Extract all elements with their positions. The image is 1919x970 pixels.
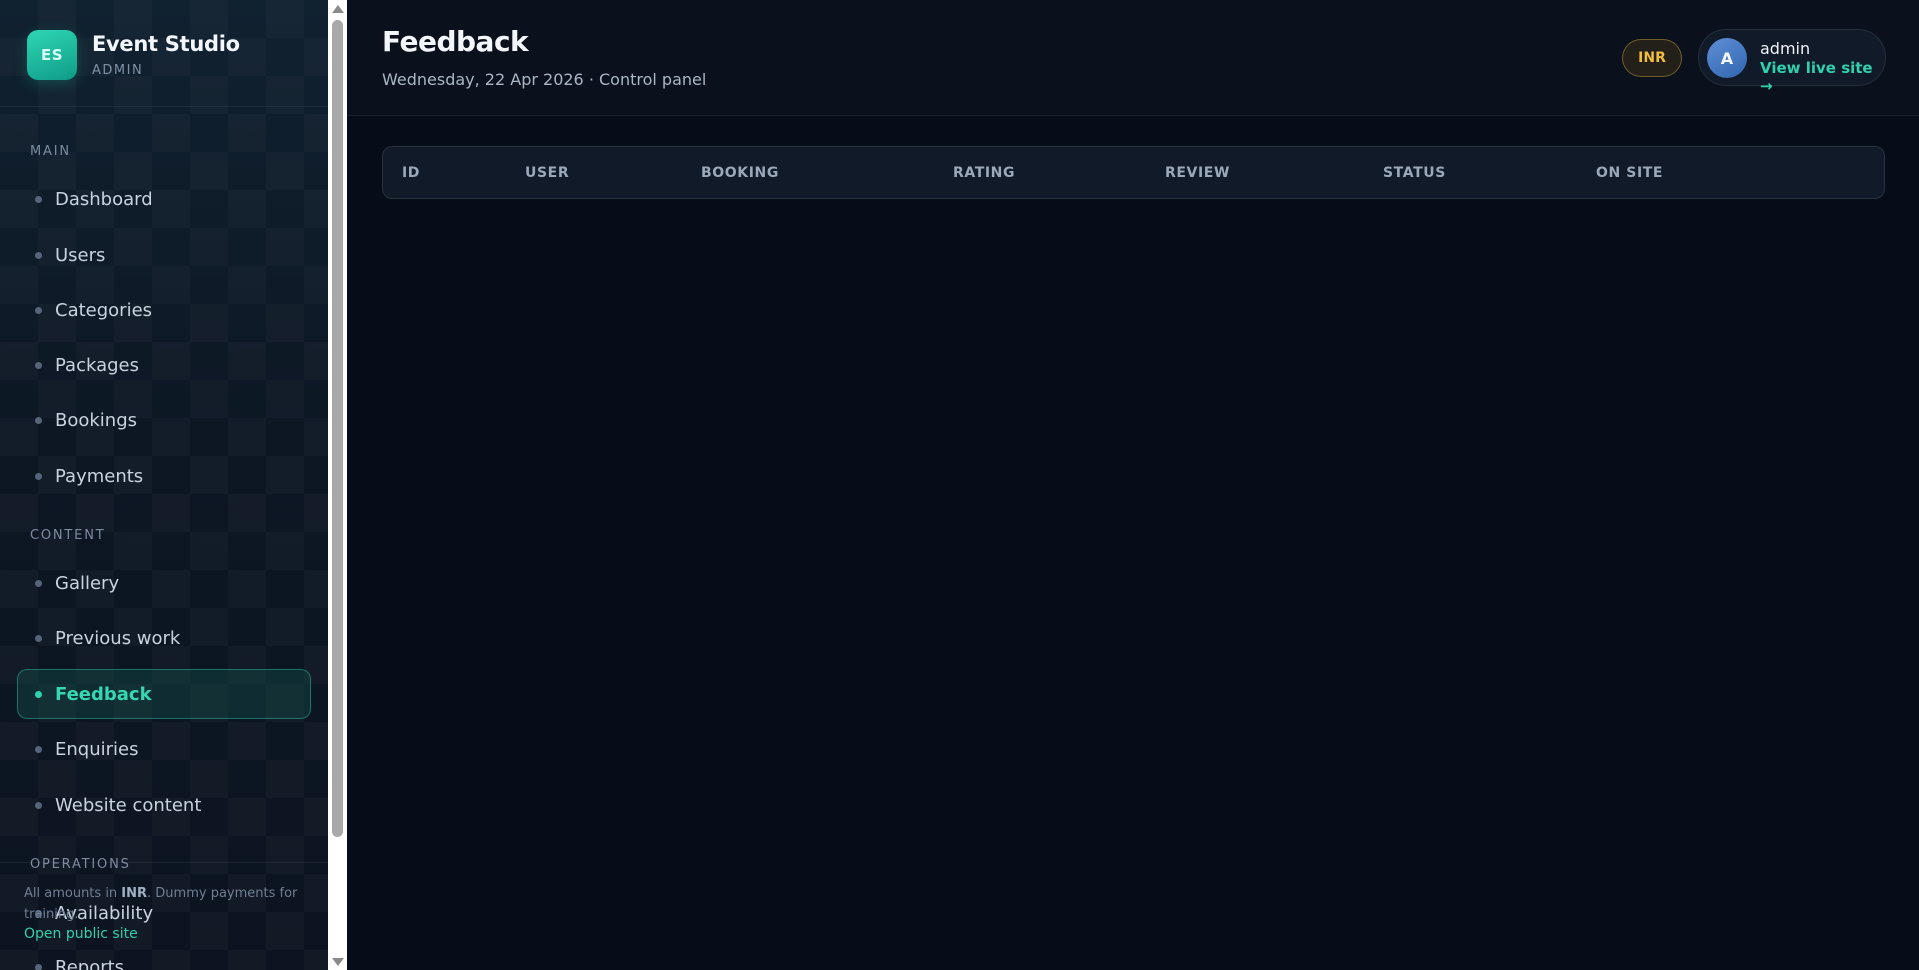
- sidebar-item-label: Categories: [55, 299, 153, 321]
- sidebar-item-label: Feedback: [55, 683, 152, 705]
- column-header-id: ID: [402, 165, 421, 181]
- brand-text: Event Studio ADMIN: [92, 32, 240, 78]
- page-header: Feedback Wednesday, 22 Apr 2026 · Contro…: [347, 0, 1919, 116]
- sidebar-item-gallery[interactable]: Gallery: [17, 558, 311, 608]
- nav-section-main: MAIN: [30, 144, 71, 159]
- open-public-site-link[interactable]: Open public site: [24, 926, 138, 942]
- footer-note-currency: INR: [121, 886, 148, 901]
- dot-icon: [35, 195, 42, 203]
- sidebar-item-users[interactable]: Users: [17, 230, 311, 280]
- dot-icon: [35, 416, 42, 424]
- sidebar: ES Event Studio ADMIN MAIN Dashboard Use…: [0, 0, 328, 970]
- sidebar-item-payments[interactable]: Payments: [17, 451, 311, 501]
- sidebar-item-label: Packages: [55, 354, 139, 376]
- sidebar-item-website-content[interactable]: Website content: [17, 780, 311, 830]
- brand-divider: [0, 106, 328, 107]
- column-header-on-site: ON SITE: [1596, 165, 1664, 181]
- scrollbar-thumb[interactable]: [332, 20, 343, 837]
- main-content: Feedback Wednesday, 22 Apr 2026 · Contro…: [347, 0, 1919, 970]
- sidebar-item-dashboard[interactable]: Dashboard: [17, 174, 311, 224]
- sidebar-item-enquiries[interactable]: Enquiries: [17, 724, 311, 774]
- sidebar-item-categories[interactable]: Categories: [17, 285, 311, 335]
- column-header-review: REVIEW: [1165, 165, 1230, 181]
- triangle-up-icon[interactable]: [332, 5, 344, 13]
- nav-section-content: CONTENT: [30, 528, 106, 543]
- dot-icon: [35, 690, 42, 698]
- sidebar-item-label: Dashboard: [55, 188, 153, 210]
- brand-subtitle: ADMIN: [92, 63, 144, 78]
- sidebar-item-bookings[interactable]: Bookings: [17, 395, 311, 445]
- sidebar-item-label: Users: [55, 244, 106, 266]
- dot-icon: [35, 361, 42, 369]
- sidebar-footer: All amounts in INR. Dummy payments for t…: [0, 862, 328, 970]
- dot-icon: [35, 634, 42, 642]
- page-subtitle: Wednesday, 22 Apr 2026 · Control panel: [382, 70, 707, 89]
- dot-icon: [35, 306, 42, 314]
- column-header-rating: RATING: [953, 165, 1016, 181]
- view-live-site-link[interactable]: View live site →: [1760, 59, 1885, 95]
- footer-note-prefix: All amounts in: [24, 886, 122, 901]
- dot-icon: [35, 251, 42, 259]
- sidebar-item-label: Bookings: [55, 409, 138, 431]
- sidebar-scrollbar[interactable]: [328, 0, 347, 970]
- sidebar-item-label: Gallery: [55, 572, 120, 594]
- brand[interactable]: ES Event Studio ADMIN: [27, 30, 240, 80]
- avatar: A: [1707, 38, 1747, 78]
- column-header-booking: BOOKING: [701, 165, 779, 181]
- page-title: Feedback: [382, 25, 529, 58]
- footer-note: All amounts in INR. Dummy payments for t…: [24, 883, 304, 925]
- dot-icon: [35, 579, 42, 587]
- sidebar-item-label: Previous work: [55, 627, 181, 649]
- column-header-status: STATUS: [1383, 165, 1446, 181]
- brand-name: Event Studio: [92, 32, 240, 56]
- brand-logo: ES: [27, 30, 77, 80]
- sidebar-item-label: Website content: [55, 794, 202, 816]
- sidebar-item-previous-work[interactable]: Previous work: [17, 613, 311, 663]
- user-name: admin: [1760, 39, 1811, 58]
- dot-icon: [35, 472, 42, 480]
- sidebar-item-feedback[interactable]: Feedback: [17, 669, 311, 719]
- dot-icon: [35, 801, 42, 809]
- dot-icon: [35, 745, 42, 753]
- currency-badge: INR: [1622, 39, 1682, 77]
- user-card[interactable]: A admin View live site →: [1698, 29, 1886, 95]
- triangle-down-icon[interactable]: [332, 958, 344, 966]
- feedback-table-header: ID USER BOOKING RATING REVIEW STATUS ON …: [382, 146, 1885, 199]
- sidebar-item-label: Enquiries: [55, 738, 139, 760]
- column-header-user: USER: [525, 165, 570, 181]
- sidebar-item-label: Payments: [55, 465, 144, 487]
- sidebar-item-packages[interactable]: Packages: [17, 340, 311, 390]
